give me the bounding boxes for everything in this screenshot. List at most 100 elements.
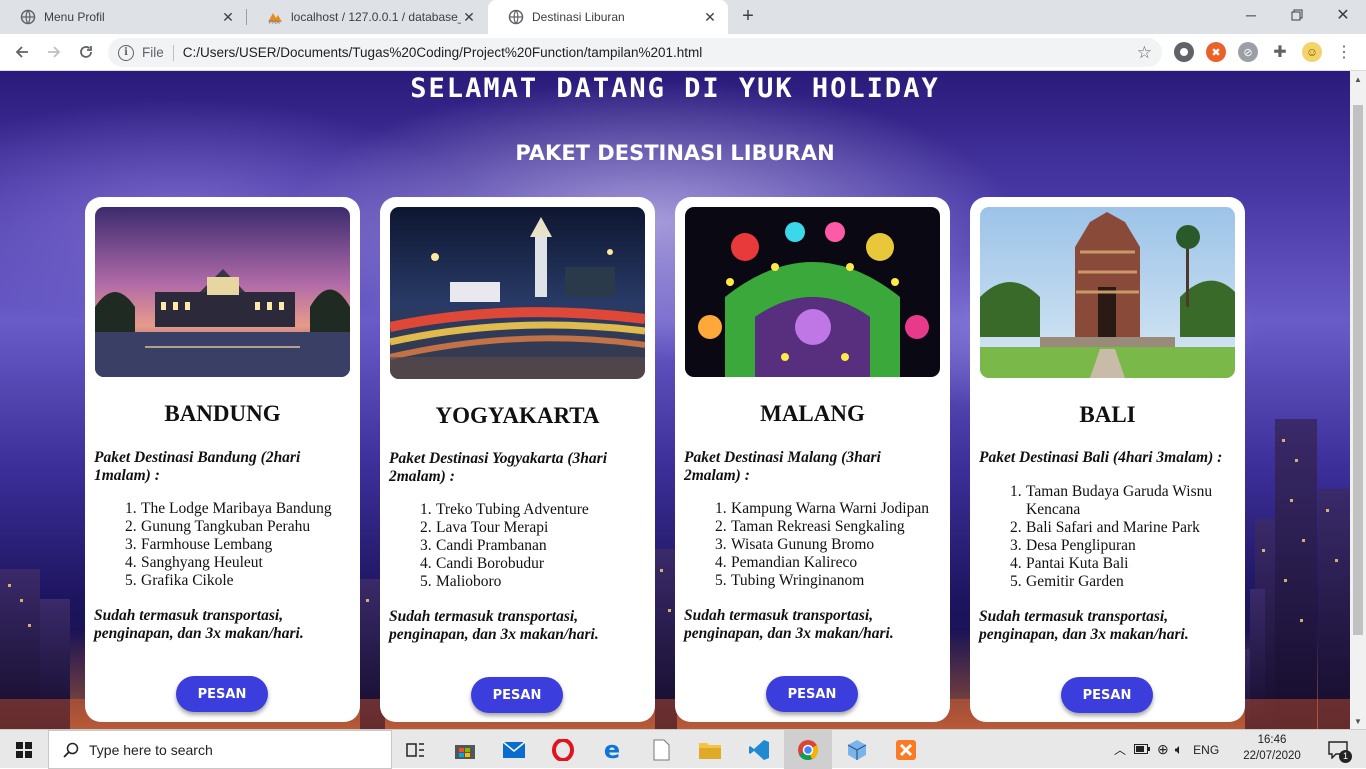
file-explorer-icon[interactable]: [686, 730, 734, 769]
bali-image: [980, 207, 1235, 378]
language-indicator[interactable]: ENG: [1193, 743, 1219, 757]
tab-title: Menu Profil: [44, 10, 105, 24]
chevron-up-icon[interactable]: ︿: [1114, 741, 1126, 758]
malang-image: [685, 207, 940, 377]
extension-icon[interactable]: ⊘: [1238, 42, 1258, 62]
scroll-thumb[interactable]: [1353, 105, 1363, 635]
info-icon[interactable]: i: [118, 44, 134, 61]
list-item: 2. Gunung Tangkuban Perahu: [125, 518, 311, 535]
virtualbox-icon[interactable]: [833, 730, 881, 769]
attraction-list: 1. Treko Tubing Adventure 2. Lava Tour Mer…: [420, 501, 650, 591]
list-item: 1. Treko Tubing Adventure: [420, 501, 589, 518]
taskbar-clock[interactable]: 16:46 22/07/2020: [1240, 732, 1304, 764]
bandung-image: [95, 207, 350, 377]
profile-avatar-icon[interactable]: ☺: [1302, 42, 1322, 62]
url-text[interactable]: C:/Users/USER/Documents/Tugas%20Coding/P…: [183, 45, 703, 60]
start-button[interactable]: [0, 730, 48, 769]
list-item: 5. Gemitir Garden: [1010, 573, 1124, 590]
puzzle-icon[interactable]: ✚: [1270, 42, 1290, 62]
list-item: 3. Farmhouse Lembang: [125, 536, 273, 553]
close-icon[interactable]: ✕: [702, 9, 718, 25]
list-item: 2. Taman Rekreasi Sengkaling: [715, 518, 905, 535]
list-item: 3. Wisata Gunung Bromo: [715, 536, 875, 553]
page-viewport: SELAMAT DATANG DI YUK HOLIDAY PAKET DEST…: [0, 71, 1350, 729]
opera-icon[interactable]: [539, 730, 587, 769]
attraction-list: 1. The Lodge Maribaya Bandung 2. Gunung Ta…: [125, 500, 355, 590]
notification-count-badge: 1: [1339, 750, 1352, 763]
tab-menu-profil[interactable]: Menu Profil ✕: [0, 0, 246, 34]
menu-icon[interactable]: ⋮: [1334, 42, 1354, 62]
notification-center-icon[interactable]: 1: [1318, 730, 1358, 769]
package-note: Sudah termasuk transportasi, penginapan,…: [389, 608, 599, 643]
list-item: 4. Pemandian Kalireco: [715, 554, 858, 571]
yogyakarta-image: [390, 207, 645, 379]
attraction-list: 1. Taman Budaya Garuda Wisnu Kencana 2. Ba…: [1010, 483, 1220, 591]
forward-button[interactable]: [42, 40, 66, 64]
microsoft-store-icon[interactable]: [441, 730, 489, 769]
battery-icon[interactable]: [1134, 743, 1151, 757]
list-item: 5. Malioboro: [420, 573, 502, 590]
attraction-list: 1. Kampung Warna Warni Jodipan 2. Taman Re…: [715, 500, 945, 590]
page-title: SELAMAT DATANG DI YUK HOLIDAY: [410, 73, 940, 104]
tab-title: Destinasi Liburan: [532, 10, 625, 24]
file-icon[interactable]: [637, 730, 685, 769]
tab-destinasi-liburan[interactable]: Destinasi Liburan ✕: [488, 0, 728, 34]
destination-name: BANDUNG: [164, 401, 281, 426]
system-tray: ︿ ⊕ 🔈︎ ENG: [1114, 730, 1219, 769]
destination-name: YOGYAKARTA: [435, 403, 600, 428]
star-icon[interactable]: ☆: [1137, 43, 1152, 63]
new-tab-button[interactable]: +: [738, 6, 758, 27]
pesan-button[interactable]: PESAN: [766, 676, 858, 712]
divider: [172, 44, 174, 61]
list-item: 2. Bali Safari and Marine Park: [1010, 519, 1200, 536]
task-view-icon[interactable]: [392, 730, 440, 769]
windows-icon: [16, 741, 32, 758]
network-icon[interactable]: ⊕: [1157, 741, 1169, 758]
scheme-label: File: [142, 45, 164, 60]
destination-name: MALANG: [760, 401, 865, 426]
list-item: 5. Tubing Wringinanom: [715, 572, 865, 589]
pesan-button[interactable]: PESAN: [1061, 677, 1153, 713]
pesan-button[interactable]: PESAN: [176, 676, 268, 712]
vscode-icon[interactable]: [735, 730, 783, 769]
windows-taskbar: Type here to search e ︿ ⊕ 🔈︎ ENG 16:46 2…: [0, 729, 1366, 769]
destination-card-malang: MALANG Paket Destinasi Malang (3hari 2ma…: [675, 197, 950, 722]
section-title: PAKET DESTINASI LIBURAN: [515, 141, 835, 165]
tab-phpmyadmin[interactable]: PMA localhost / 127.0.0.1 / database_n ✕: [247, 0, 487, 34]
close-icon[interactable]: ✕: [220, 9, 236, 25]
edge-icon[interactable]: e: [588, 730, 636, 769]
minimize-button[interactable]: ─: [1228, 0, 1274, 30]
taskbar-search-input[interactable]: Type here to search: [48, 730, 392, 769]
list-item: 1. The Lodge Maribaya Bandung: [125, 500, 332, 517]
vertical-scrollbar[interactable]: ▲ ▼: [1350, 71, 1366, 729]
extension-icon[interactable]: ✖: [1206, 42, 1226, 62]
back-button[interactable]: [10, 40, 34, 64]
close-icon[interactable]: ✕: [461, 9, 477, 25]
reload-button[interactable]: [74, 40, 98, 64]
list-item: 5. Grafika Cikole: [125, 572, 234, 589]
destination-name: BALI: [1079, 402, 1136, 427]
mail-icon[interactable]: [490, 730, 538, 769]
destination-card-bandung: BANDUNG Paket Destinasi Bandung (2hari 1…: [85, 197, 360, 722]
list-item: 2. Lava Tour Merapi: [420, 519, 549, 536]
pesan-button[interactable]: PESAN: [471, 677, 563, 713]
list-item: 1. Taman Budaya Garuda Wisnu Kencana: [1010, 483, 1213, 518]
maximize-button[interactable]: [1274, 0, 1320, 30]
scroll-up-arrow-icon[interactable]: ▲: [1350, 71, 1366, 87]
scroll-down-arrow-icon[interactable]: ▼: [1350, 713, 1366, 729]
package-description: Paket Destinasi Yogyakarta (3hari 2malam…: [389, 450, 608, 485]
package-description: Paket Destinasi Bali (4hari 3malam) :: [979, 449, 1223, 466]
xampp-icon[interactable]: [882, 730, 930, 769]
list-item: 3. Candi Prambanan: [420, 537, 547, 554]
destination-card-yogyakarta: YOGYAKARTA Paket Destinasi Yogyakarta (3…: [380, 197, 655, 722]
package-note: Sudah termasuk transportasi, penginapan,…: [979, 608, 1189, 643]
list-item: 4. Pantai Kuta Bali: [1010, 555, 1129, 572]
volume-icon[interactable]: 🔈︎: [1175, 741, 1183, 758]
globe-icon: [508, 9, 524, 25]
package-description: Paket Destinasi Malang (3hari 2malam) :: [684, 449, 881, 484]
address-bar[interactable]: i File C:/Users/USER/Documents/Tugas%20C…: [108, 38, 1162, 67]
close-window-button[interactable]: ✕: [1320, 0, 1366, 30]
tab-title: localhost / 127.0.0.1 / database_n: [291, 10, 461, 24]
extension-icon[interactable]: [1174, 42, 1194, 62]
chrome-icon[interactable]: [784, 730, 832, 769]
